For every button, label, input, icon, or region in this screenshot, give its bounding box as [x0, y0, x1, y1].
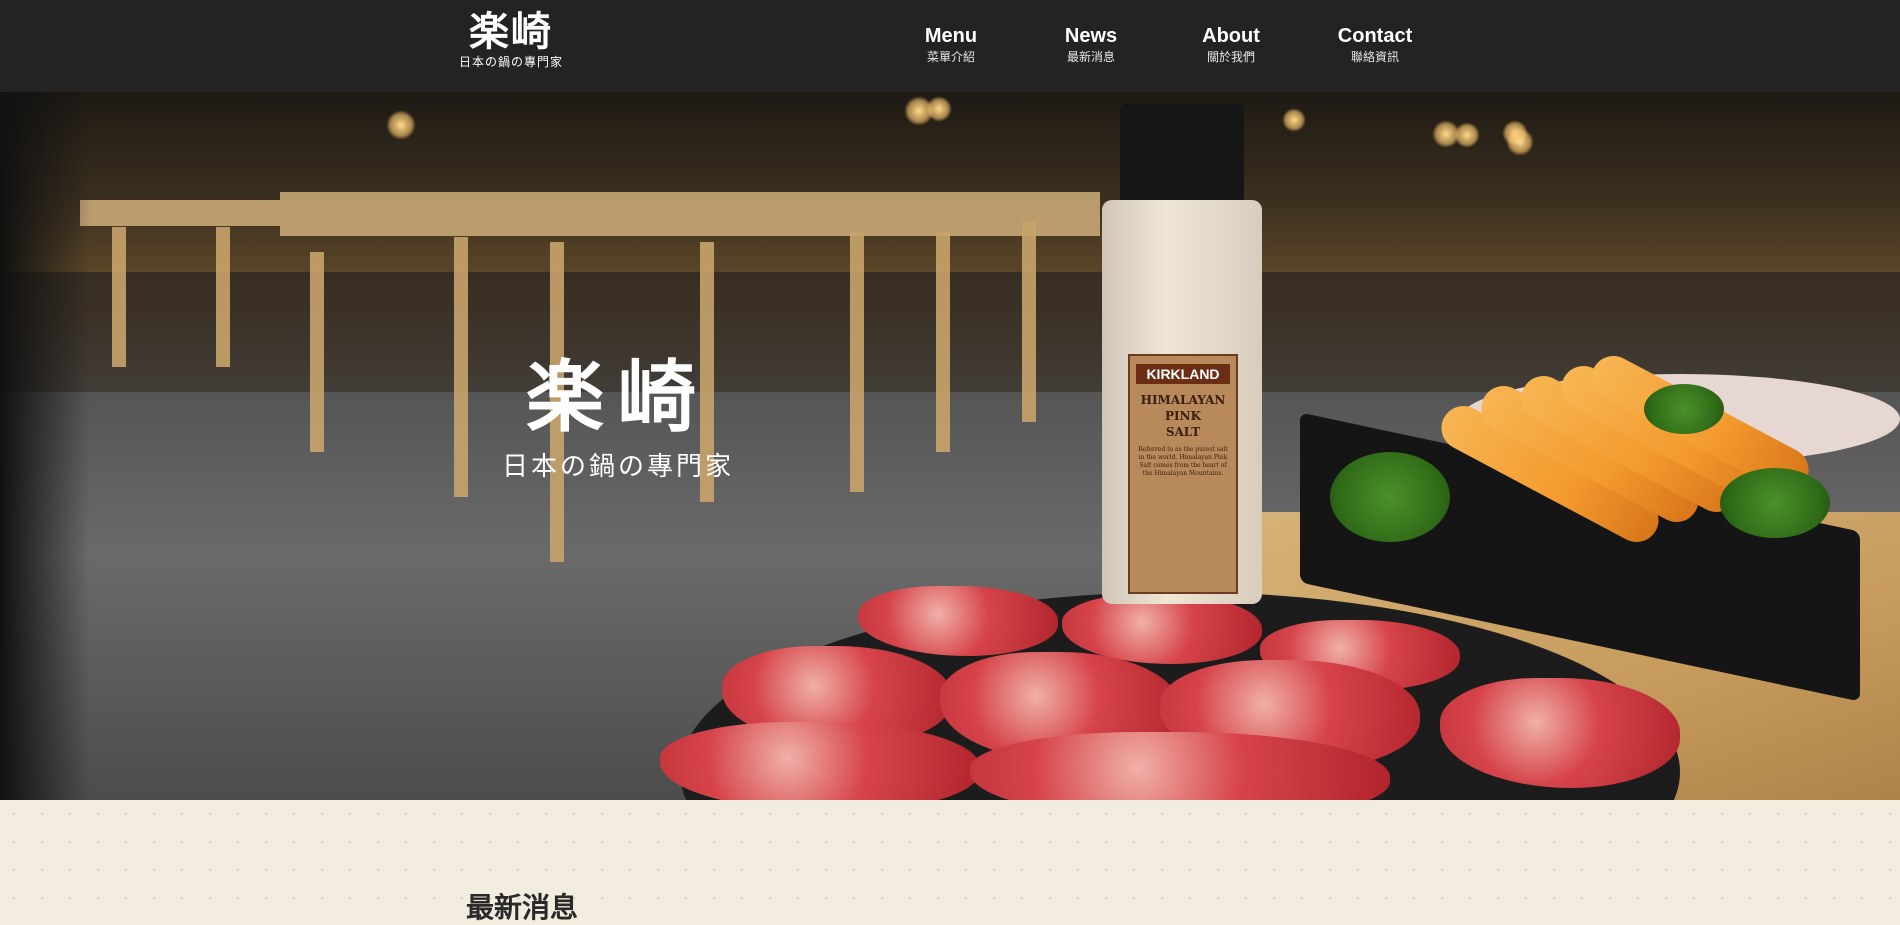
nav-menu-sublabel: 菜單介紹: [926, 50, 975, 64]
hero-logo-title: 楽崎: [525, 352, 710, 443]
bokeh-light: [926, 96, 952, 122]
bottle-product-line3: SALT: [1165, 425, 1201, 439]
bokeh-light: [1454, 122, 1480, 148]
bokeh-light: [386, 110, 416, 140]
nav-news-label: News: [1064, 25, 1118, 47]
chair-leg: [936, 232, 950, 452]
news-section-title: 最新消息: [466, 891, 579, 925]
bottle-product-line2: PINK: [1164, 409, 1202, 423]
bokeh-light: [1282, 108, 1306, 132]
salt-bottle: KIRKLAND HIMALAYAN PINK SALT Referred to…: [1102, 104, 1262, 604]
nav-about-label: About: [1202, 25, 1260, 47]
nav-menu-label: Menu: [924, 25, 978, 47]
nav-about-sublabel: 關於我們: [1206, 50, 1255, 64]
nav-news-sublabel: 最新消息: [1066, 50, 1115, 64]
broccoli: [1644, 384, 1724, 434]
chair-leg: [454, 237, 468, 497]
hero-banner: KIRKLAND HIMALAYAN PINK SALT Referred to…: [0, 92, 1900, 800]
hero-logo-subtitle: 日本の鍋の專門家: [501, 452, 734, 482]
nav-contact[interactable]: Contact 聯絡資訊: [1338, 24, 1412, 74]
hero-logo: 楽崎 日本の鍋の專門家: [478, 352, 758, 502]
hero-background-wall: [0, 92, 1900, 272]
nav-contact-label: Contact: [1337, 25, 1413, 47]
chair-leg: [112, 227, 126, 367]
bottle-product-line1: HIMALAYAN: [1140, 393, 1226, 407]
bottle-cap: [1120, 104, 1244, 200]
chair-leg: [310, 252, 324, 452]
chair-leg: [216, 227, 230, 367]
nav-contact-sublabel: 聯絡資訊: [1350, 50, 1399, 64]
chair-leg: [1022, 222, 1036, 422]
chair-leg: [850, 232, 864, 492]
bottle-label: KIRKLAND HIMALAYAN PINK SALT Referred to…: [1128, 354, 1238, 594]
background-table: [80, 200, 280, 226]
nav-news[interactable]: News 最新消息: [1064, 24, 1118, 74]
background-table: [280, 192, 1100, 236]
header-logo-subtitle: 日本の鍋の專門家: [458, 55, 563, 69]
news-section: 最新消息: [0, 800, 1900, 924]
bokeh-light: [1506, 128, 1534, 156]
bottle-description: Referred to as the purest salt in the wo…: [1138, 446, 1228, 477]
broccoli: [1330, 452, 1450, 542]
hero-left-shadow: [0, 92, 90, 800]
broccoli: [1720, 468, 1830, 538]
site-header: 楽崎 日本の鍋の專門家 Menu 菜單介紹 News 最新消息 About 關於…: [0, 0, 1900, 92]
nav-menu[interactable]: Menu 菜單介紹: [925, 24, 977, 74]
header-logo-title: 楽崎: [469, 8, 553, 55]
bottle-brand: KIRKLAND: [1136, 364, 1230, 384]
header-logo[interactable]: 楽崎 日本の鍋の專門家: [455, 10, 567, 78]
nav-about[interactable]: About 關於我們: [1202, 24, 1260, 74]
